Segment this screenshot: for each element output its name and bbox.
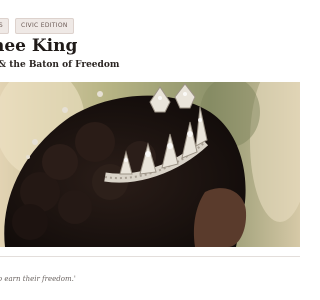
tag-chip-civic-edition[interactable]: CIVIC EDITION (15, 18, 74, 34)
hero-image (0, 82, 300, 247)
crown-photo-icon (0, 82, 300, 247)
divider (0, 256, 300, 257)
article-subtitle: & the Baton of Freedom (0, 60, 120, 70)
article-title: nee King (0, 36, 78, 56)
tag-chip[interactable]: ES (0, 18, 9, 34)
tag-row: ES CIVIC EDITION (0, 18, 74, 34)
image-caption: 'o earn their freedom.' (0, 275, 76, 283)
